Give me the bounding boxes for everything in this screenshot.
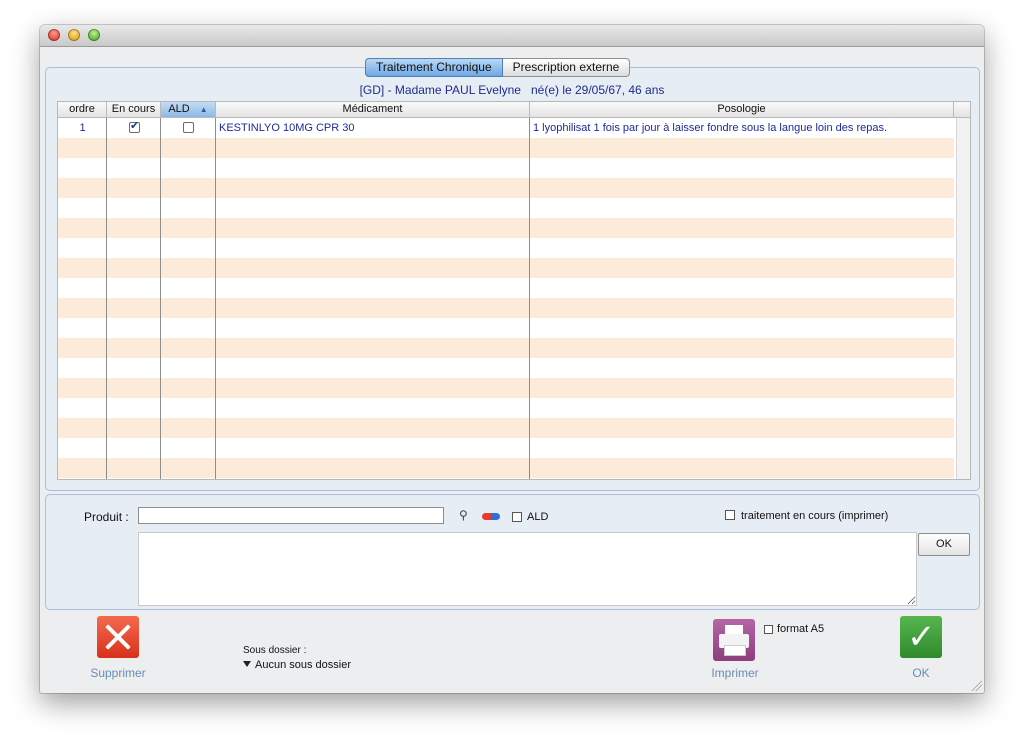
table-row[interactable]	[58, 178, 954, 198]
cell-medicament: KESTINLYO 10MG CPR 30	[219, 122, 355, 134]
checkmark-icon[interactable]: ✓	[900, 616, 942, 658]
table-row[interactable]	[58, 378, 954, 398]
patient-birth: né(e) le 29/05/67, 46 ans	[530, 83, 665, 97]
table-row[interactable]	[58, 318, 954, 338]
sous-dossier-dropdown[interactable]: Aucun sous dossier	[243, 659, 351, 671]
sort-ascending-icon: ▲	[199, 105, 208, 114]
column-header-posologie[interactable]: Posologie	[530, 102, 954, 117]
resize-handle[interactable]	[970, 679, 982, 691]
cell-ordre: 1	[79, 122, 86, 134]
table-row[interactable]	[58, 338, 954, 358]
column-divider	[106, 118, 107, 479]
format-a5-checkbox[interactable]	[764, 625, 773, 634]
produit-label: Produit :	[84, 510, 129, 524]
tab-prescription-externe[interactable]: Prescription externe	[502, 58, 631, 77]
table-body: 1 KESTINLYO 10MG CPR 30 1 lyophilisat 1 …	[58, 118, 954, 479]
printer-output-shape	[724, 645, 746, 656]
search-icon[interactable]: ⚲	[459, 508, 473, 522]
column-header-medicament[interactable]: Médicament	[216, 102, 530, 117]
sous-dossier-value: Aucun sous dossier	[255, 659, 351, 671]
table-row[interactable]	[58, 358, 954, 378]
sous-dossier-label: Sous dossier :	[243, 645, 307, 656]
prescription-table: ordre En cours ALD ▲ Médicament Posologie…	[57, 101, 971, 480]
table-row[interactable]	[58, 158, 954, 178]
printer-icon[interactable]	[713, 619, 755, 661]
traitement-en-cours-checkbox[interactable]	[725, 510, 735, 520]
ald-filter-checkbox[interactable]	[512, 512, 522, 522]
prescription-window: Traitement Chronique Prescription extern…	[40, 25, 984, 693]
notes-textarea[interactable]	[138, 532, 917, 606]
pill-icon[interactable]	[482, 513, 500, 520]
table-row[interactable]	[58, 298, 954, 318]
table-row[interactable]	[58, 398, 954, 418]
column-header-ordre[interactable]: ordre	[58, 102, 107, 117]
zoom-window-button[interactable]	[88, 29, 100, 41]
title-bar	[40, 25, 984, 47]
traitement-en-cours-label: traitement en cours (imprimer)	[741, 510, 889, 522]
column-header-en-cours[interactable]: En cours	[107, 102, 161, 117]
imprimer-label[interactable]: Imprimer	[694, 666, 776, 680]
table-row[interactable]	[58, 458, 954, 478]
tab-bar: Traitement Chronique Prescription extern…	[365, 58, 631, 77]
table-row[interactable]	[58, 418, 954, 438]
table-row[interactable]	[58, 138, 954, 158]
produit-input[interactable]	[138, 507, 444, 524]
patient-name: [GD] - Madame PAUL Evelyne	[359, 83, 521, 97]
tab-traitement-chronique[interactable]: Traitement Chronique	[365, 58, 503, 77]
table-row[interactable]	[58, 198, 954, 218]
ald-checkbox[interactable]	[183, 122, 194, 133]
validate-product-button[interactable]: OK	[918, 533, 970, 556]
en-cours-checkbox[interactable]	[129, 119, 140, 133]
minimize-window-button[interactable]	[68, 29, 80, 41]
column-divider	[215, 118, 216, 479]
vertical-scrollbar[interactable]	[956, 118, 970, 479]
table-row[interactable]	[58, 438, 954, 458]
column-divider	[529, 118, 530, 479]
table-row[interactable]	[58, 258, 954, 278]
table-row[interactable]	[58, 218, 954, 238]
ok-label[interactable]: OK	[901, 666, 941, 680]
format-a5-label: format A5	[777, 623, 825, 635]
close-window-button[interactable]	[48, 29, 60, 41]
dropdown-triangle-icon	[243, 661, 251, 667]
supprimer-label[interactable]: Supprimer	[80, 666, 156, 680]
ald-filter-label: ALD	[527, 511, 549, 523]
table-row[interactable]: 1 KESTINLYO 10MG CPR 30 1 lyophilisat 1 …	[58, 118, 954, 138]
cell-posologie: 1 lyophilisat 1 fois par jour à laisser …	[533, 122, 888, 134]
column-header-ald[interactable]: ALD ▲	[161, 102, 216, 117]
delete-icon[interactable]	[97, 616, 139, 658]
column-divider	[160, 118, 161, 479]
column-header-ald-label: ALD	[168, 103, 190, 115]
table-header: ordre En cours ALD ▲ Médicament Posologie	[58, 102, 970, 118]
patient-header: [GD] - Madame PAUL Evelyne né(e) le 29/05…	[40, 83, 984, 97]
table-row[interactable]	[58, 238, 954, 258]
table-row[interactable]	[58, 278, 954, 298]
